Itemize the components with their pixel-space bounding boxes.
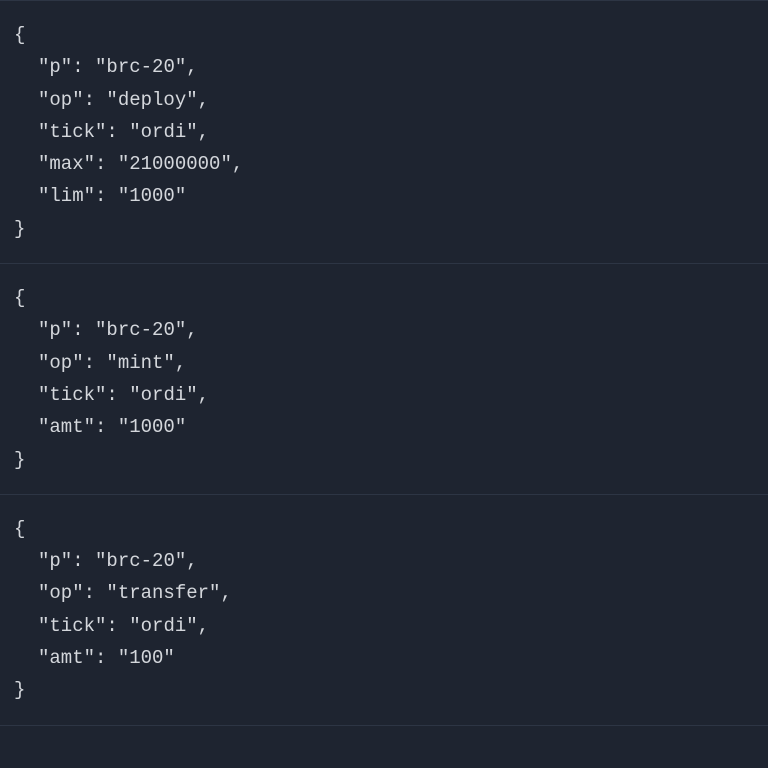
code-line: "tick": "ordi", xyxy=(14,610,754,642)
json-key: "lim" xyxy=(38,185,95,207)
code-line: "amt": "1000" xyxy=(14,411,754,443)
json-value: "brc-20" xyxy=(95,56,186,78)
json-key: "amt" xyxy=(38,416,95,438)
colon: : xyxy=(95,416,118,438)
code-line: "amt": "100" xyxy=(14,642,754,674)
comma: , xyxy=(198,615,209,637)
code-container: {"p": "brc-20","op": "deploy","tick": "o… xyxy=(0,0,768,726)
brace-open: { xyxy=(14,19,754,51)
json-value: "brc-20" xyxy=(95,319,186,341)
json-key: "p" xyxy=(38,56,72,78)
code-line: "p": "brc-20", xyxy=(14,51,754,83)
json-key: "tick" xyxy=(38,121,106,143)
colon: : xyxy=(106,615,129,637)
code-line: "p": "brc-20", xyxy=(14,545,754,577)
code-line: "lim": "1000" xyxy=(14,180,754,212)
comma: , xyxy=(198,89,209,111)
json-key: "max" xyxy=(38,153,95,175)
colon: : xyxy=(95,185,118,207)
comma: , xyxy=(186,56,197,78)
comma: , xyxy=(232,153,243,175)
code-block: {"p": "brc-20","op": "transfer","tick": … xyxy=(0,495,768,726)
json-value: "brc-20" xyxy=(95,550,186,572)
colon: : xyxy=(84,582,107,604)
json-key: "amt" xyxy=(38,647,95,669)
brace-close: } xyxy=(14,674,754,706)
json-value: "ordi" xyxy=(129,384,197,406)
colon: : xyxy=(84,352,107,374)
colon: : xyxy=(106,121,129,143)
json-key: "op" xyxy=(38,582,84,604)
json-value: "transfer" xyxy=(106,582,220,604)
json-key: "op" xyxy=(38,352,84,374)
colon: : xyxy=(106,384,129,406)
comma: , xyxy=(186,550,197,572)
json-key: "op" xyxy=(38,89,84,111)
json-value: "ordi" xyxy=(129,615,197,637)
colon: : xyxy=(72,56,95,78)
comma: , xyxy=(198,121,209,143)
code-line: "op": "transfer", xyxy=(14,577,754,609)
comma: , xyxy=(198,384,209,406)
json-value: "100" xyxy=(118,647,175,669)
comma: , xyxy=(186,319,197,341)
comma: , xyxy=(220,582,231,604)
brace-open: { xyxy=(14,513,754,545)
code-line: "max": "21000000", xyxy=(14,148,754,180)
brace-close: } xyxy=(14,213,754,245)
json-value: "ordi" xyxy=(129,121,197,143)
json-value: "deploy" xyxy=(106,89,197,111)
json-key: "p" xyxy=(38,319,72,341)
code-line: "p": "brc-20", xyxy=(14,314,754,346)
json-value: "1000" xyxy=(118,416,186,438)
brace-close: } xyxy=(14,444,754,476)
colon: : xyxy=(72,550,95,572)
brace-open: { xyxy=(14,282,754,314)
colon: : xyxy=(72,319,95,341)
code-line: "op": "mint", xyxy=(14,347,754,379)
code-block: {"p": "brc-20","op": "deploy","tick": "o… xyxy=(0,0,768,264)
code-line: "tick": "ordi", xyxy=(14,116,754,148)
json-value: "mint" xyxy=(106,352,174,374)
json-value: "1000" xyxy=(118,185,186,207)
colon: : xyxy=(95,153,118,175)
json-key: "p" xyxy=(38,550,72,572)
json-value: "21000000" xyxy=(118,153,232,175)
colon: : xyxy=(84,89,107,111)
colon: : xyxy=(95,647,118,669)
json-key: "tick" xyxy=(38,615,106,637)
json-key: "tick" xyxy=(38,384,106,406)
code-line: "tick": "ordi", xyxy=(14,379,754,411)
comma: , xyxy=(175,352,186,374)
code-block: {"p": "brc-20","op": "mint","tick": "ord… xyxy=(0,264,768,495)
code-line: "op": "deploy", xyxy=(14,84,754,116)
